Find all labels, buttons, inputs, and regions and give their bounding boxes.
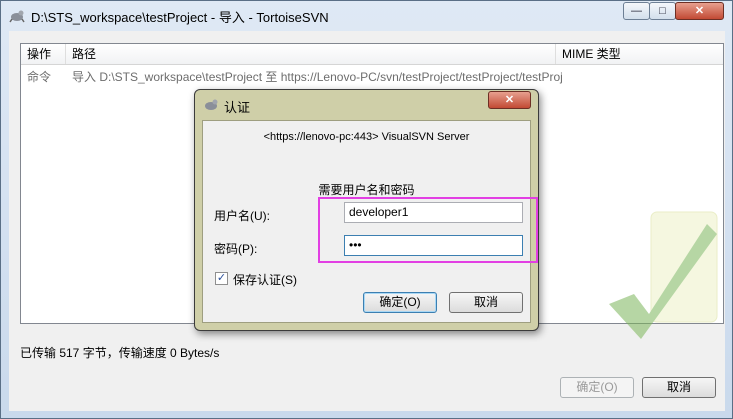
close-button[interactable]: ✕: [675, 2, 724, 20]
transfer-status: 已传输 517 字节，传输速度 0 Bytes/s: [20, 346, 220, 360]
auth-dialog-title: 认证: [224, 100, 251, 115]
tortoisesvn-icon: [9, 10, 25, 23]
tortoisesvn-watermark-logo: [609, 211, 718, 339]
auth-dialog-body: <https://lenovo-pc:443> VisualSVN Server…: [202, 120, 538, 323]
window-title: D:\STS_workspace\testProject - 导入 - Tort…: [31, 10, 329, 25]
table-row[interactable]: 命令 导入 D:\STS_workspace\testProject 至 htt…: [21, 68, 723, 86]
column-header-path[interactable]: 路径: [66, 44, 556, 64]
cancel-button[interactable]: 取消: [642, 377, 716, 398]
minimize-button[interactable]: —: [623, 2, 650, 20]
password-label: 密码(P):: [214, 242, 258, 256]
save-credentials-label[interactable]: 保存认证(S): [233, 271, 297, 288]
column-header-action[interactable]: 操作: [21, 44, 66, 64]
row-path: 导入 D:\STS_workspace\testProject 至 https:…: [72, 70, 562, 84]
tortoisesvn-window: D:\STS_workspace\testProject - 导入 - Tort…: [0, 0, 733, 419]
maximize-button[interactable]: □: [649, 2, 676, 20]
row-action: 命令: [27, 70, 52, 84]
ok-button[interactable]: 确定(O): [560, 377, 634, 398]
column-header-mime[interactable]: MIME 类型: [556, 44, 723, 64]
save-credentials-checkbox[interactable]: ✓: [215, 272, 228, 285]
title-bar[interactable]: D:\STS_workspace\testProject - 导入 - Tort…: [1, 1, 733, 29]
credentials-prompt: 需要用户名和密码: [318, 183, 415, 197]
auth-ok-button[interactable]: 确定(O): [363, 292, 437, 313]
tortoisesvn-icon: [205, 99, 218, 110]
auth-dialog-close-button[interactable]: ✕: [488, 91, 531, 109]
auth-cancel-button[interactable]: 取消: [449, 292, 523, 313]
credentials-highlight-box: [318, 197, 538, 263]
server-realm: <https://lenovo-pc:443> VisualSVN Server: [263, 131, 470, 143]
auth-dialog: 认证 ✕ <https://lenovo-pc:443> VisualSVN S…: [194, 89, 539, 331]
username-label: 用户名(U):: [214, 209, 270, 223]
list-header: 操作 路径 MIME 类型: [21, 44, 723, 65]
